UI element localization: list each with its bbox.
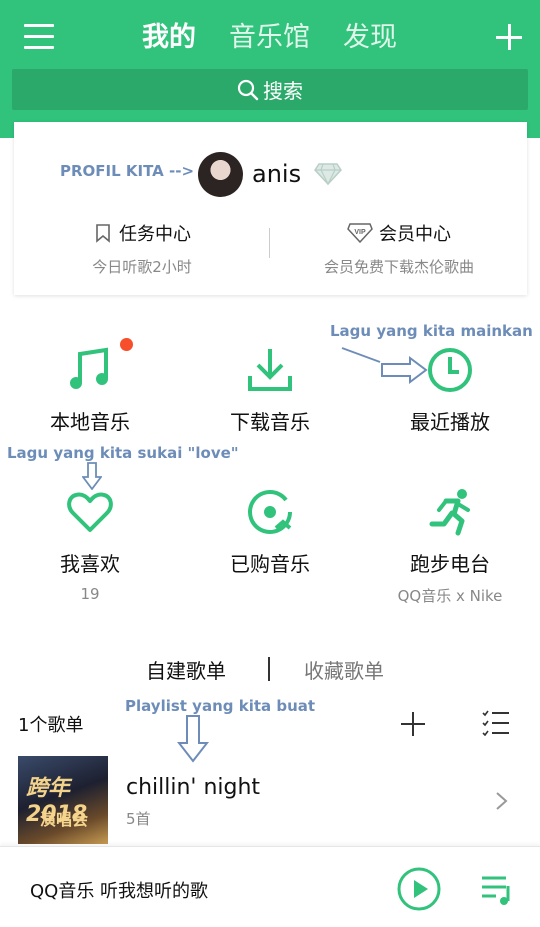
favorites-count: 19 — [80, 585, 100, 603]
grid-running-radio[interactable]: 跑步电台 QQ音乐 x Nike — [360, 488, 540, 606]
heart-icon — [67, 492, 113, 532]
avatar[interactable] — [198, 152, 243, 197]
playlist-tabs: 自建歌单 收藏歌单 — [0, 655, 540, 685]
tab-mine[interactable]: 我的 — [142, 18, 196, 58]
tab-divider — [268, 657, 270, 681]
profile-annotation: PROFIL KITA --> — [60, 162, 195, 180]
qq-music-my-page: 我的 音乐馆 发现 搜索 PROFIL KITA --> anis 任务中心 今… — [0, 0, 540, 927]
tab-discover[interactable]: 发现 — [343, 18, 397, 58]
search-bar[interactable]: 搜索 — [12, 69, 528, 110]
profile-card: PROFIL KITA --> anis 任务中心 今日听歌2小时 VIP 会员… — [14, 122, 527, 295]
grid-local-music[interactable]: 本地音乐 — [0, 338, 180, 435]
grid-recent[interactable]: 最近播放 — [360, 346, 540, 435]
vip-icon: VIP — [347, 223, 373, 243]
love-annotation: Lagu yang kita sukai "love" — [7, 444, 239, 462]
grid-label: 本地音乐 — [50, 410, 130, 434]
download-icon — [248, 349, 292, 391]
purchased-disc-icon — [248, 490, 292, 534]
search-icon — [237, 79, 259, 100]
grid-label: 我喜欢 — [60, 552, 120, 576]
grid-label: 已购音乐 — [230, 552, 310, 576]
music-note-icon — [70, 347, 108, 389]
task-center-sub: 今日听歌2小时 — [92, 258, 192, 276]
playlist-queue-icon[interactable] — [480, 874, 514, 906]
search-label: 搜索 — [263, 79, 303, 103]
flag-icon — [96, 224, 110, 243]
playlist-count: 1个歌单 — [18, 715, 84, 736]
runner-icon — [429, 489, 470, 536]
playlist-row[interactable]: 跨年 2018 演唱会 chillin' night 5首 — [0, 756, 540, 846]
play-icon[interactable] — [397, 867, 441, 911]
vip-center[interactable]: VIP 会员中心 会员免费下载杰伦歌曲 — [271, 220, 527, 277]
tab-created-playlists[interactable]: 自建歌单 — [146, 655, 226, 684]
username[interactable]: anis — [252, 160, 301, 188]
vip-center-title: 会员中心 — [379, 224, 451, 245]
grid-favorites[interactable]: 我喜欢 19 — [0, 488, 180, 603]
mini-player[interactable]: QQ音乐 听我想听的歌 — [0, 846, 540, 927]
task-center-title: 任务中心 — [119, 224, 191, 245]
playlist-title: chillin' night — [126, 775, 261, 800]
cover-sub: 演唱会 — [40, 810, 89, 829]
new-badge — [120, 338, 133, 351]
grid-label: 跑步电台 — [410, 552, 490, 576]
tab-music-hall[interactable]: 音乐馆 — [229, 18, 310, 58]
recent-annotation: Lagu yang kita mainkan — [330, 322, 533, 340]
chevron-right-icon — [496, 792, 508, 810]
player-text: QQ音乐 听我想听的歌 — [30, 881, 209, 902]
love-arrow-icon — [82, 462, 102, 490]
top-header: 我的 音乐馆 发现 搜索 — [0, 0, 540, 138]
diamond-icon[interactable] — [314, 162, 342, 186]
running-radio-sub: QQ音乐 x Nike — [397, 587, 503, 605]
grid-label: 最近播放 — [410, 410, 490, 434]
playlist-cover: 跨年 2018 演唱会 — [18, 756, 108, 844]
playlist-song-count: 5首 — [126, 810, 151, 828]
grid-label: 下载音乐 — [230, 410, 310, 434]
add-icon[interactable] — [496, 24, 522, 50]
card-divider — [269, 228, 270, 258]
task-center[interactable]: 任务中心 今日听歌2小时 — [14, 220, 270, 277]
clock-icon — [428, 348, 472, 392]
grid-purchased[interactable]: 已购音乐 — [180, 488, 360, 577]
tab-collected-playlists[interactable]: 收藏歌单 — [304, 655, 384, 684]
grid-downloads[interactable]: 下载音乐 — [180, 346, 360, 435]
vip-center-sub: 会员免费下载杰伦歌曲 — [323, 258, 474, 276]
menu-icon[interactable] — [24, 24, 54, 50]
svg-text:VIP: VIP — [354, 229, 366, 236]
playlist-annotation: Playlist yang kita buat — [125, 697, 316, 715]
manage-list-icon[interactable] — [482, 710, 510, 736]
add-playlist-icon[interactable] — [401, 712, 425, 736]
